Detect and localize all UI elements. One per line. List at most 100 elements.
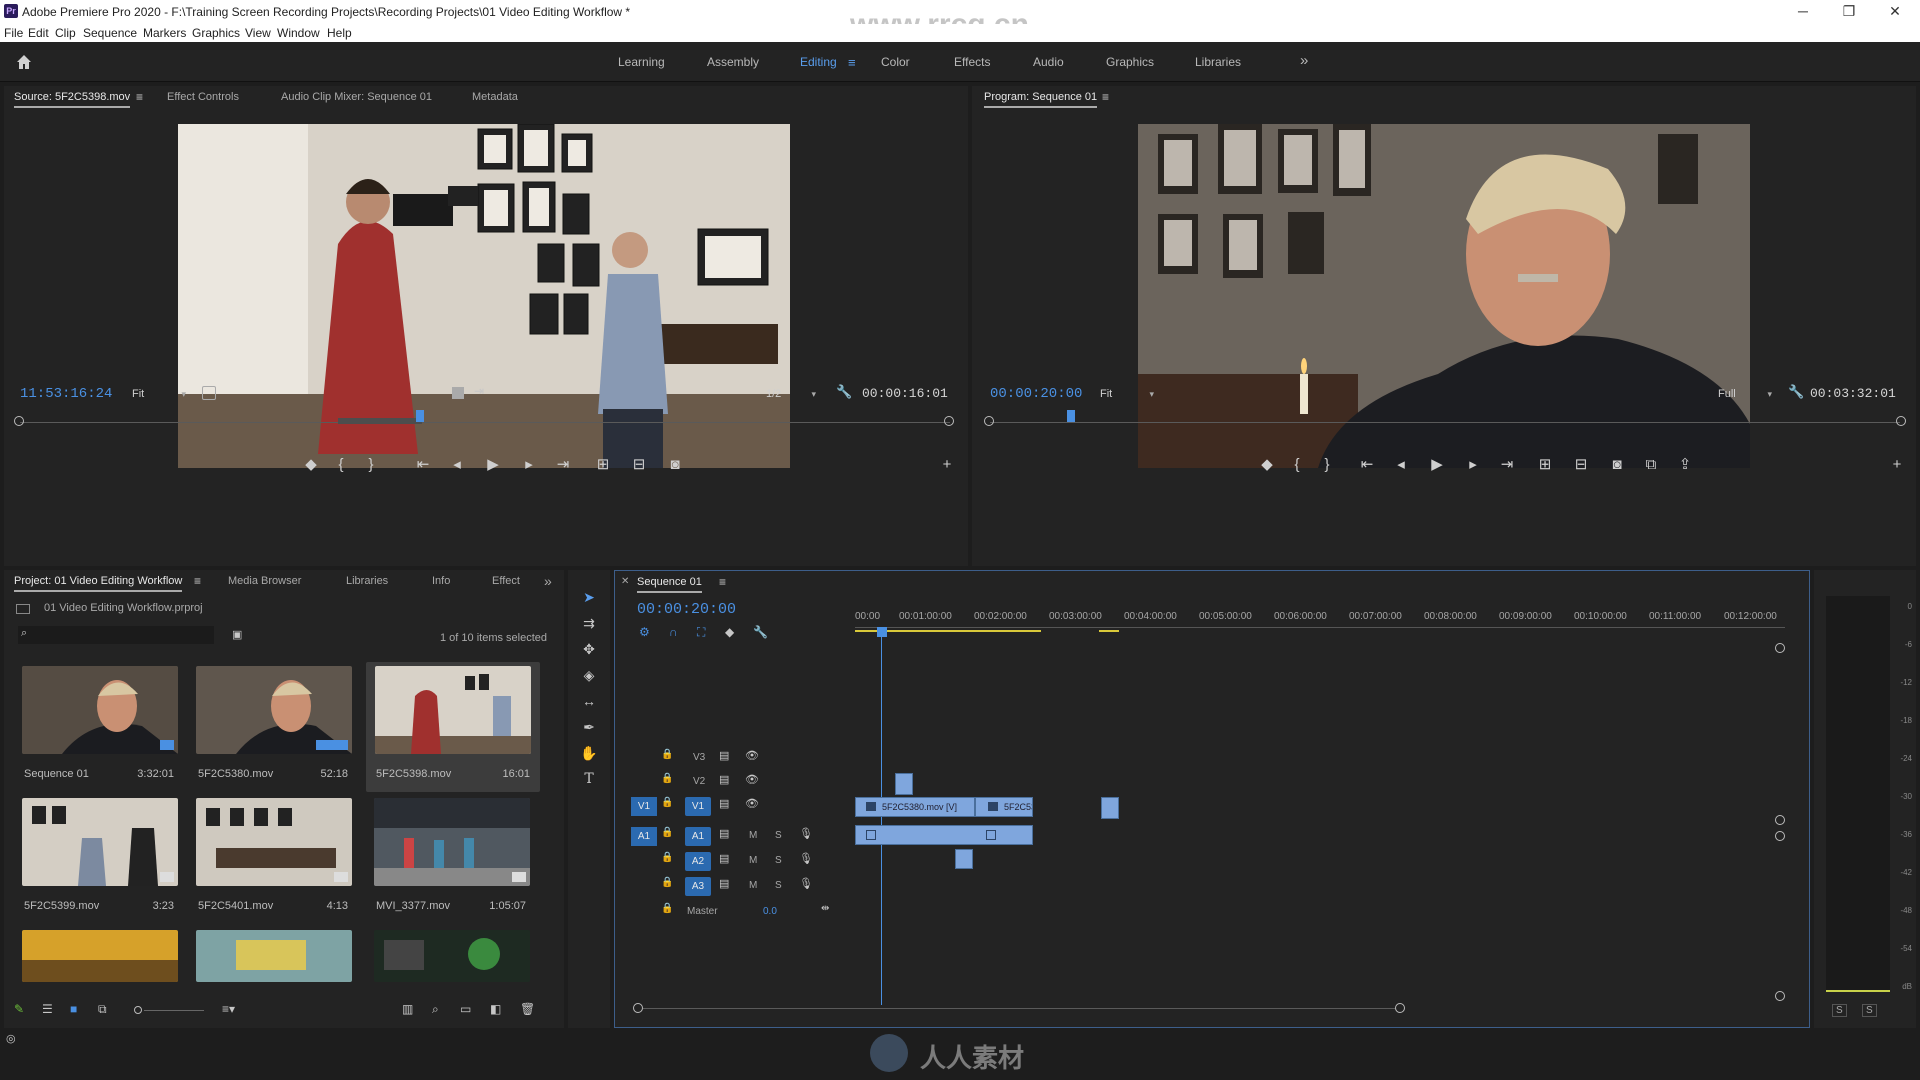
source-video-frame[interactable] <box>178 124 790 468</box>
mute-button[interactable]: M <box>749 855 757 866</box>
program-playhead-timecode[interactable]: 00:00:20:00 <box>990 386 1082 402</box>
ripple-edit-tool-icon[interactable]: ✥ <box>577 638 601 660</box>
project-item-thumbnail-partial[interactable] <box>374 930 530 982</box>
project-item-mvi-3377[interactable]: MVI_3377.mov 1:05:07 <box>374 798 530 918</box>
workspace-editing[interactable]: Editing <box>800 55 837 69</box>
lock-icon[interactable]: 🔒 <box>661 903 673 914</box>
tab-program-menu-icon[interactable]: ≡ <box>1102 86 1109 108</box>
track-target-a2[interactable]: A2 <box>685 852 711 871</box>
wrench-icon[interactable]: 🔧 <box>836 384 852 400</box>
toggle-sync-lock-icon[interactable]: ▤ <box>719 773 729 786</box>
program-scrub-ruler[interactable] <box>990 422 1900 423</box>
microphone-icon[interactable]: 🎙 <box>799 827 813 840</box>
sort-icon[interactable]: ≡▾ <box>222 1002 235 1016</box>
go-to-in-icon[interactable]: ⇤ <box>412 454 434 476</box>
project-search-input[interactable]: ⌕ <box>18 626 214 644</box>
program-zoom-handle-right[interactable] <box>1896 416 1906 426</box>
tab-effect-controls[interactable]: Effect Controls <box>167 86 239 108</box>
export-frame-icon[interactable]: ◙ <box>1606 454 1628 476</box>
vertical-scroll-bottom-handle[interactable] <box>1775 991 1785 1001</box>
insert-icon[interactable]: ⊞ <box>592 454 614 476</box>
track-target-a3[interactable]: A3 <box>685 877 711 896</box>
program-zoom-select[interactable]: Fit ▾ <box>1096 385 1158 403</box>
step-forward-icon[interactable]: ▸ <box>1462 454 1484 476</box>
vertical-scroll-top-handle[interactable] <box>1775 643 1785 653</box>
workspace-effects[interactable]: Effects <box>954 55 990 69</box>
project-item-sequence-01[interactable]: Sequence 01 3:32:01 <box>22 666 178 786</box>
add-marker-icon[interactable]: ◆ <box>1256 454 1278 476</box>
new-bin-from-search-icon[interactable]: ▣ <box>232 628 242 641</box>
project-item-5f2c5401[interactable]: 5F2C5401.mov 4:13 <box>196 798 352 918</box>
extract-icon[interactable]: ⊟ <box>1570 454 1592 476</box>
thumbnail-size-slider[interactable] <box>144 1010 204 1011</box>
snap-icon[interactable]: ∩ <box>669 625 678 639</box>
meter-solo-right[interactable]: S <box>1862 1004 1877 1017</box>
eye-icon[interactable]: 👁 <box>745 797 759 810</box>
track-label-v3[interactable]: V3 <box>693 752 705 763</box>
tab-sequence-menu-icon[interactable]: ≡ <box>719 571 726 593</box>
timeline-playhead-handle[interactable] <box>877 627 887 637</box>
menu-edit[interactable]: Edit <box>28 26 49 40</box>
mute-button[interactable]: M <box>749 830 757 841</box>
solo-button[interactable]: S <box>775 880 782 891</box>
tab-libraries[interactable]: Libraries <box>346 570 388 592</box>
workspace-menu-icon[interactable]: ≡ <box>848 55 856 70</box>
track-select-tool-icon[interactable]: ⇉ <box>577 612 601 634</box>
go-to-end-icon[interactable]: ⇹ <box>821 903 829 914</box>
menu-view[interactable]: View <box>245 26 271 40</box>
project-item-thumbnail-partial[interactable] <box>22 930 178 982</box>
eye-icon[interactable]: 👁 <box>745 749 759 762</box>
toggle-sync-lock-icon[interactable]: ▤ <box>719 827 729 840</box>
program-add-button-icon[interactable]: + <box>1886 454 1908 476</box>
source-in-out-range[interactable] <box>338 418 422 424</box>
tab-source[interactable]: Source: 5F2C5398.mov <box>14 86 131 108</box>
lock-icon[interactable]: 🔒 <box>661 877 673 888</box>
close-sequence-icon[interactable]: ✕ <box>621 571 629 593</box>
source-playhead-marker[interactable] <box>416 410 424 422</box>
tab-audio-clip-mixer[interactable]: Audio Clip Mixer: Sequence 01 <box>281 86 432 108</box>
go-to-in-icon[interactable]: ⇤ <box>1356 454 1378 476</box>
menu-markers[interactable]: Markers <box>143 26 186 40</box>
toggle-sync-lock-icon[interactable]: ▤ <box>719 749 729 762</box>
tab-effects[interactable]: Effect <box>492 570 520 592</box>
tab-info[interactable]: Info <box>432 570 450 592</box>
track-label-v2[interactable]: V2 <box>693 776 705 787</box>
solo-button[interactable]: S <box>775 855 782 866</box>
mark-out-icon[interactable]: } <box>1316 454 1338 476</box>
project-item-5f2c5399[interactable]: 5F2C5399.mov 3:23 <box>22 798 178 918</box>
play-icon[interactable]: ▶ <box>482 454 504 476</box>
list-view-icon[interactable]: ☰ <box>42 1002 53 1016</box>
linked-selection-icon[interactable]: ⛶ <box>697 625 705 640</box>
horizontal-scroll-right-handle[interactable] <box>1395 1003 1405 1013</box>
tab-sequence-01[interactable]: Sequence 01 <box>637 571 702 593</box>
track-target-a1[interactable]: A1 <box>685 827 711 846</box>
mark-in-icon[interactable]: { <box>330 454 352 476</box>
toggle-sync-lock-icon[interactable]: ▤ <box>719 797 729 810</box>
timeline-settings-wrench-icon[interactable]: 🔧 <box>753 625 768 639</box>
trash-icon[interactable]: 🗑 <box>520 1002 535 1016</box>
icon-view-icon[interactable]: ■ <box>70 1002 77 1016</box>
microphone-icon[interactable]: 🎙 <box>799 852 813 865</box>
source-resolution-select[interactable]: 1/2 ▾ <box>762 385 820 403</box>
tab-media-browser[interactable]: Media Browser <box>228 570 301 592</box>
workspace-color[interactable]: Color <box>881 55 910 69</box>
lock-icon[interactable]: 🔒 <box>661 773 673 784</box>
slip-tool-icon[interactable]: ↔ <box>577 690 601 712</box>
stop-icon[interactable] <box>452 387 464 399</box>
microphone-icon[interactable]: 🎙 <box>799 877 813 890</box>
timeline-time-ruler[interactable]: 00:00 00:01:00:00 00:02:00:00 00:03:00:0… <box>855 611 1785 641</box>
menu-clip[interactable]: Clip <box>55 26 76 40</box>
play-icon[interactable]: ▶ <box>1426 454 1448 476</box>
step-back-icon[interactable]: ◂ <box>446 454 468 476</box>
project-item-5f2c5398-selected[interactable]: 5F2C5398.mov 16:01 <box>366 662 540 792</box>
source-zoom-select[interactable]: Fit ▾ <box>128 385 190 403</box>
source-patch-v1[interactable]: V1 <box>631 797 657 816</box>
pencil-icon[interactable]: ✎ <box>14 1002 24 1016</box>
lock-icon[interactable]: 🔒 <box>661 797 673 808</box>
pen-tool-icon[interactable]: ✒ <box>577 716 601 738</box>
step-forward-icon[interactable]: ▸ <box>518 454 540 476</box>
tab-program[interactable]: Program: Sequence 01 <box>984 86 1098 108</box>
program-resolution-select[interactable]: Full ▾ <box>1714 385 1776 403</box>
workspace-assembly[interactable]: Assembly <box>707 55 759 69</box>
thumbnail-size-slider-handle[interactable] <box>134 1006 142 1014</box>
